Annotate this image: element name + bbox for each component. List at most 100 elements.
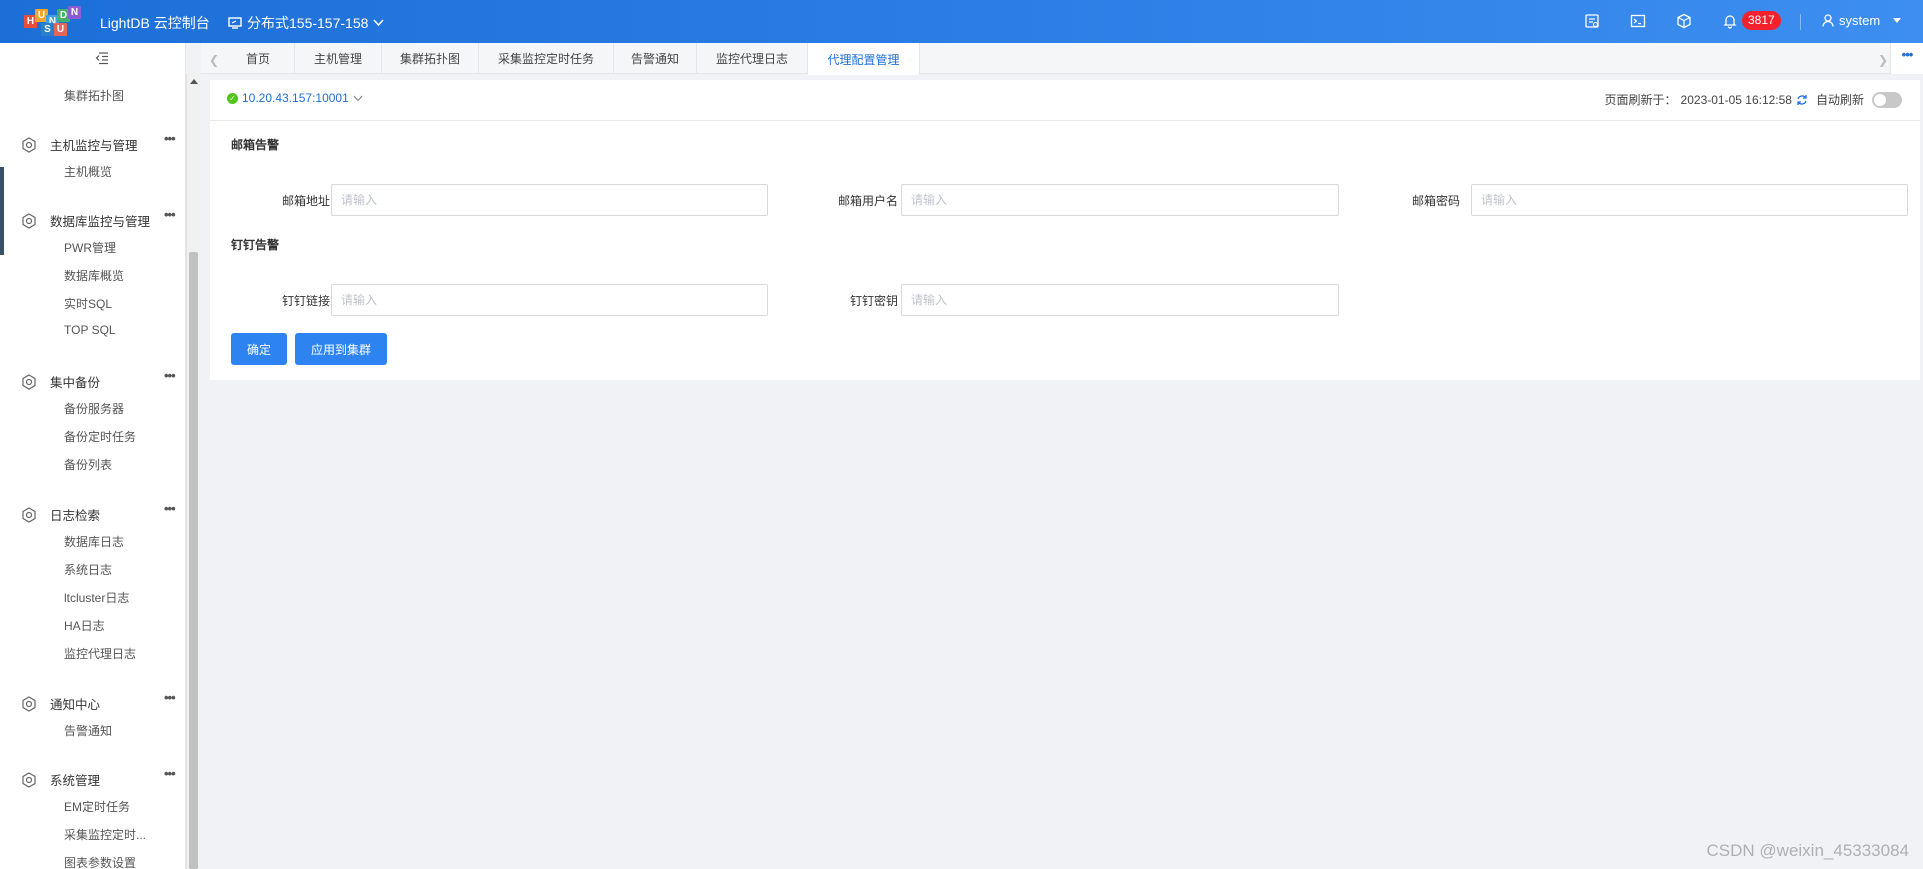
email-address-label: 邮箱地址 [281, 194, 330, 208]
email-alert-section-title: 邮箱告警 [231, 138, 280, 152]
tab-scroll-right-icon[interactable]: ❯ [1878, 53, 1888, 67]
user-menu[interactable]: system [1822, 13, 1902, 28]
sidebar-item[interactable]: 告警通知 [64, 722, 112, 739]
auto-refresh-label: 自动刷新 [1815, 93, 1864, 107]
username: system [1839, 13, 1881, 28]
sidebar-item[interactable]: 系统日志 [64, 561, 112, 578]
caret-down-icon [1893, 18, 1902, 23]
bell-icon[interactable] [1721, 12, 1739, 30]
tab-cluster-topology[interactable]: 集群拓扑图 [382, 43, 479, 74]
tab-collect-schedule[interactable]: 采集监控定时任务 [479, 43, 614, 74]
sidebar-item-topology[interactable]: 集群拓扑图 [64, 87, 124, 104]
settings-gear-icon [22, 374, 36, 390]
dingtalk-alert-section-title: 钉钉告警 [231, 238, 280, 252]
sidebar: 集群拓扑图 主机监控与管理 ••• 主机概览数据库监控与管理 ••• PWR管理数据库概… [0, 43, 186, 869]
email-password-label: 邮箱密码 [1411, 194, 1460, 208]
sidebar-item[interactable]: TOP SQL [64, 323, 116, 337]
settings-gear-icon [22, 772, 36, 788]
sidebar-item[interactable]: 采集监控定时... [64, 826, 146, 843]
tab-alert-notification[interactable]: 告警通知 [614, 43, 697, 74]
sidebar-item[interactable]: 备份列表 [64, 456, 112, 473]
sidebar-group-title: 通知中心 [50, 698, 101, 712]
sidebar-group-notification[interactable]: 通知中心 ••• [0, 690, 185, 714]
package-icon[interactable] [1675, 12, 1693, 30]
sidebar-item[interactable]: EM定时任务 [64, 798, 130, 815]
refresh-time: 2023-01-05 16:12:58 [1680, 92, 1792, 107]
cluster-switcher[interactable]: 分布式155-157-158 [228, 13, 384, 33]
sidebar-group-title: 集中备份 [50, 376, 101, 390]
email-password-input[interactable] [1471, 184, 1908, 216]
sidebar-group-title: 主机监控与管理 [50, 139, 138, 153]
settings-gear-icon [22, 213, 36, 229]
brand-logo[interactable]: H U N D N S U [24, 6, 82, 37]
cluster-name: 分布式155-157-158 [247, 15, 369, 31]
monitor-icon [228, 17, 242, 29]
sidebar-group-title: 日志检索 [50, 509, 101, 523]
report-icon[interactable] [1583, 12, 1601, 30]
refresh-label: 页面刷新于： [1604, 93, 1677, 107]
apply-to-cluster-button[interactable]: 应用到集群 [295, 333, 387, 365]
agent-config-panel: ✓ 10.20.43.157:10001 页面刷新于： 2023-01-05 1… [210, 80, 1920, 380]
dingtalk-link-input[interactable] [331, 284, 768, 316]
logo-letter: S [41, 23, 54, 36]
sidebar-group-database[interactable]: 数据库监控与管理 ••• [0, 207, 185, 231]
more-icon[interactable]: ••• [164, 131, 176, 146]
confirm-button[interactable]: 确定 [231, 333, 287, 365]
auto-refresh-toggle[interactable] [1872, 91, 1902, 108]
toggle-knob [1874, 93, 1886, 106]
refresh-info: 页面刷新于： 2023-01-05 16:12:58 自动刷新 [1605, 91, 1902, 108]
chevron-down-icon [353, 95, 363, 101]
sidebar-item[interactable]: 监控代理日志 [64, 645, 136, 662]
email-address-input[interactable] [331, 184, 768, 216]
sidebar-item[interactable]: 图表参数设置 [64, 854, 136, 869]
terminal-icon[interactable] [1629, 12, 1647, 30]
sidebar-item[interactable]: 备份定时任务 [64, 428, 136, 445]
sidebar-item[interactable]: HA日志 [64, 617, 105, 634]
notification-badge[interactable]: 3817 [1742, 11, 1781, 30]
more-icon[interactable]: ••• [164, 690, 176, 705]
more-icon[interactable]: ••• [164, 766, 176, 781]
sidebar-item[interactable]: 备份服务器 [64, 400, 124, 417]
sidebar-item[interactable]: ltcluster日志 [64, 589, 129, 606]
header-divider [1800, 14, 1801, 30]
app-title: LightDB 云控制台 [100, 15, 210, 31]
settings-gear-icon [22, 696, 36, 712]
email-username-input[interactable] [901, 184, 1339, 216]
scroll-up-arrow-icon[interactable] [190, 79, 198, 84]
panel-divider [210, 120, 1920, 121]
settings-gear-icon [22, 137, 36, 153]
dingtalk-secret-input[interactable] [901, 284, 1339, 316]
tab-agent-config[interactable]: 代理配置管理 [808, 43, 920, 75]
menu-fold-icon[interactable] [95, 51, 109, 65]
sidebar-group-title: 数据库监控与管理 [50, 215, 151, 229]
refresh-icon[interactable] [1796, 94, 1808, 106]
top-bar: H U N D N S U LightDB 云控制台 分布式155-157-15… [0, 0, 1923, 43]
logo-letter: U [54, 23, 67, 36]
sidebar-item[interactable]: 数据库概览 [64, 267, 124, 284]
sidebar-scrollbar[interactable] [186, 74, 200, 869]
sidebar-item[interactable]: 主机概览 [64, 163, 112, 180]
scrollbar-thumb[interactable] [189, 252, 198, 869]
tab-bar: ❮ 首页 主机管理 集群拓扑图 采集监控定时任务 告警通知 监控代理日志 代理配… [201, 43, 1923, 75]
sidebar-group-backup[interactable]: 集中备份 ••• [0, 368, 185, 392]
more-icon[interactable]: ••• [164, 368, 176, 383]
sidebar-group-logs[interactable]: 日志检索 ••• [0, 501, 185, 525]
sidebar-item[interactable]: 实时SQL [64, 295, 112, 312]
sidebar-item[interactable]: PWR管理 [64, 239, 116, 256]
sidebar-group-host[interactable]: 主机监控与管理 ••• [0, 131, 185, 155]
dingtalk-secret-label: 钉钉密钥 [849, 294, 898, 308]
tab-more-icon[interactable]: ••• [1890, 43, 1923, 74]
tab-home[interactable]: 首页 [222, 43, 295, 74]
sidebar-group-system[interactable]: 系统管理 ••• [0, 766, 185, 790]
tab-scroll-left-icon[interactable]: ❮ [209, 53, 219, 67]
tab-host-management[interactable]: 主机管理 [295, 43, 382, 74]
more-icon[interactable]: ••• [164, 207, 176, 222]
node-address: 10.20.43.157:10001 [242, 91, 349, 105]
more-icon[interactable]: ••• [164, 501, 176, 516]
chevron-down-icon [373, 19, 384, 27]
user-icon [1822, 14, 1834, 27]
email-username-label: 邮箱用户名 [837, 194, 898, 208]
sidebar-item[interactable]: 数据库日志 [64, 533, 124, 550]
node-selector[interactable]: ✓ 10.20.43.157:10001 [227, 91, 363, 105]
tab-agent-log[interactable]: 监控代理日志 [697, 43, 808, 74]
